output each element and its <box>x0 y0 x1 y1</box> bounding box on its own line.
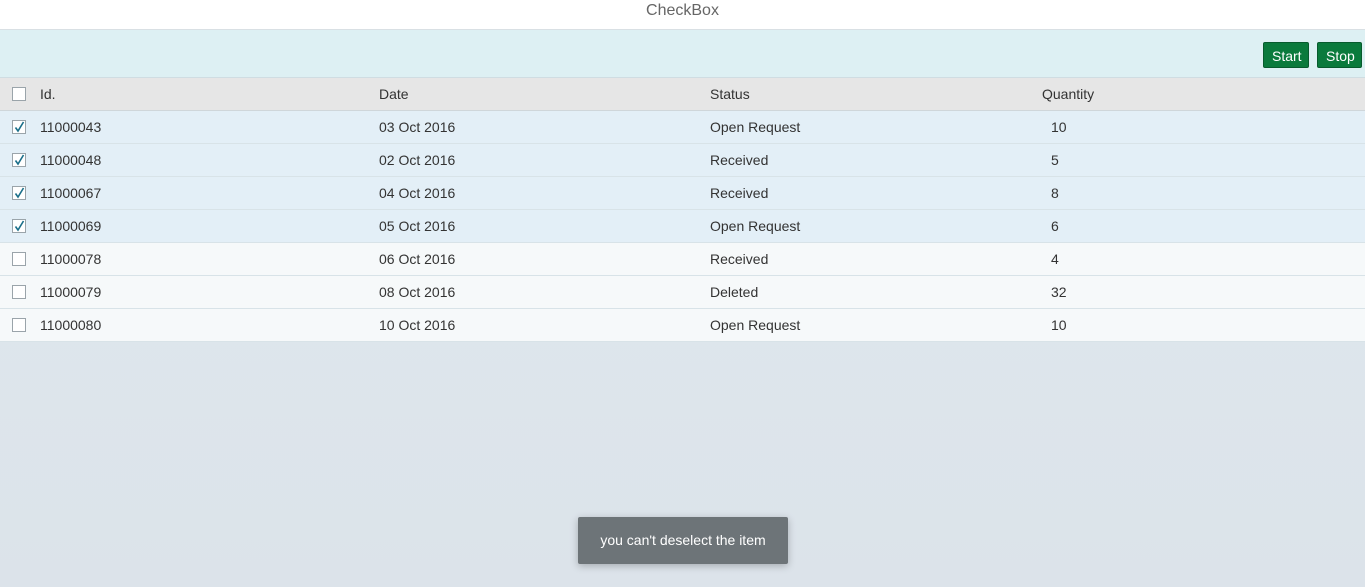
toast-message: you can't deselect the item <box>578 517 788 564</box>
title-bar: CheckBox <box>0 0 1365 30</box>
checkmark-icon <box>14 187 25 199</box>
row-status: Open Request <box>710 119 801 135</box>
row-quantity: 8 <box>1051 185 1059 201</box>
row-quantity: 4 <box>1051 251 1059 267</box>
row-checkbox[interactable] <box>12 120 26 134</box>
table-row[interactable]: 11000080 10 Oct 2016 Open Request 10 <box>0 309 1365 342</box>
row-date: 02 Oct 2016 <box>379 152 456 168</box>
row-date: 05 Oct 2016 <box>379 218 456 234</box>
row-checkbox[interactable] <box>12 186 26 200</box>
row-id: 11000080 <box>40 317 102 333</box>
row-status: Deleted <box>710 284 759 300</box>
row-quantity: 32 <box>1051 284 1067 300</box>
row-date: 06 Oct 2016 <box>379 251 456 267</box>
row-id: 11000069 <box>40 218 102 234</box>
row-status: Received <box>710 251 769 267</box>
row-status: Open Request <box>710 218 801 234</box>
column-header-quantity[interactable]: Quantity <box>1042 78 1094 111</box>
row-id: 11000078 <box>40 251 102 267</box>
checkmark-icon <box>14 154 25 166</box>
row-checkbox[interactable] <box>12 252 26 266</box>
row-date: 04 Oct 2016 <box>379 185 456 201</box>
row-date: 03 Oct 2016 <box>379 119 456 135</box>
start-button[interactable]: Start <box>1263 42 1309 68</box>
row-quantity: 10 <box>1051 317 1067 333</box>
column-header-date[interactable]: Date <box>379 78 409 111</box>
column-header-id[interactable]: Id. <box>40 78 56 111</box>
row-id: 11000079 <box>40 284 102 300</box>
select-all-checkbox[interactable] <box>12 87 26 101</box>
row-status: Received <box>710 152 769 168</box>
checkmark-icon <box>14 121 25 133</box>
row-id: 11000048 <box>40 152 102 168</box>
table-row[interactable]: 11000043 03 Oct 2016 Open Request 10 <box>0 111 1365 144</box>
table-row[interactable]: 11000079 08 Oct 2016 Deleted 32 <box>0 276 1365 309</box>
row-checkbox[interactable] <box>12 219 26 233</box>
table-row[interactable]: 11000069 05 Oct 2016 Open Request 6 <box>0 210 1365 243</box>
toolbar: Start Stop <box>0 30 1365 78</box>
stop-button[interactable]: Stop <box>1317 42 1362 68</box>
row-quantity: 6 <box>1051 218 1059 234</box>
table-row[interactable]: 11000048 02 Oct 2016 Received 5 <box>0 144 1365 177</box>
table-body: 11000043 03 Oct 2016 Open Request 10 1100004… <box>0 111 1365 342</box>
row-status: Open Request <box>710 317 801 333</box>
row-id: 11000067 <box>40 185 102 201</box>
page-title: CheckBox <box>646 2 719 19</box>
row-date: 08 Oct 2016 <box>379 284 456 300</box>
row-checkbox[interactable] <box>12 318 26 332</box>
checkmark-icon <box>14 220 25 232</box>
row-date: 10 Oct 2016 <box>379 317 456 333</box>
row-id: 11000043 <box>40 119 102 135</box>
table-row[interactable]: 11000067 04 Oct 2016 Received 8 <box>0 177 1365 210</box>
row-status: Received <box>710 185 769 201</box>
table-row[interactable]: 11000078 06 Oct 2016 Received 4 <box>0 243 1365 276</box>
table-header: Id. Date Status Quantity <box>0 78 1365 111</box>
column-header-status[interactable]: Status <box>710 78 750 111</box>
row-checkbox[interactable] <box>12 153 26 167</box>
row-quantity: 5 <box>1051 152 1059 168</box>
data-table: Id. Date Status Quantity 11000043 03 Oct … <box>0 78 1365 342</box>
row-checkbox[interactable] <box>12 285 26 299</box>
row-quantity: 10 <box>1051 119 1067 135</box>
